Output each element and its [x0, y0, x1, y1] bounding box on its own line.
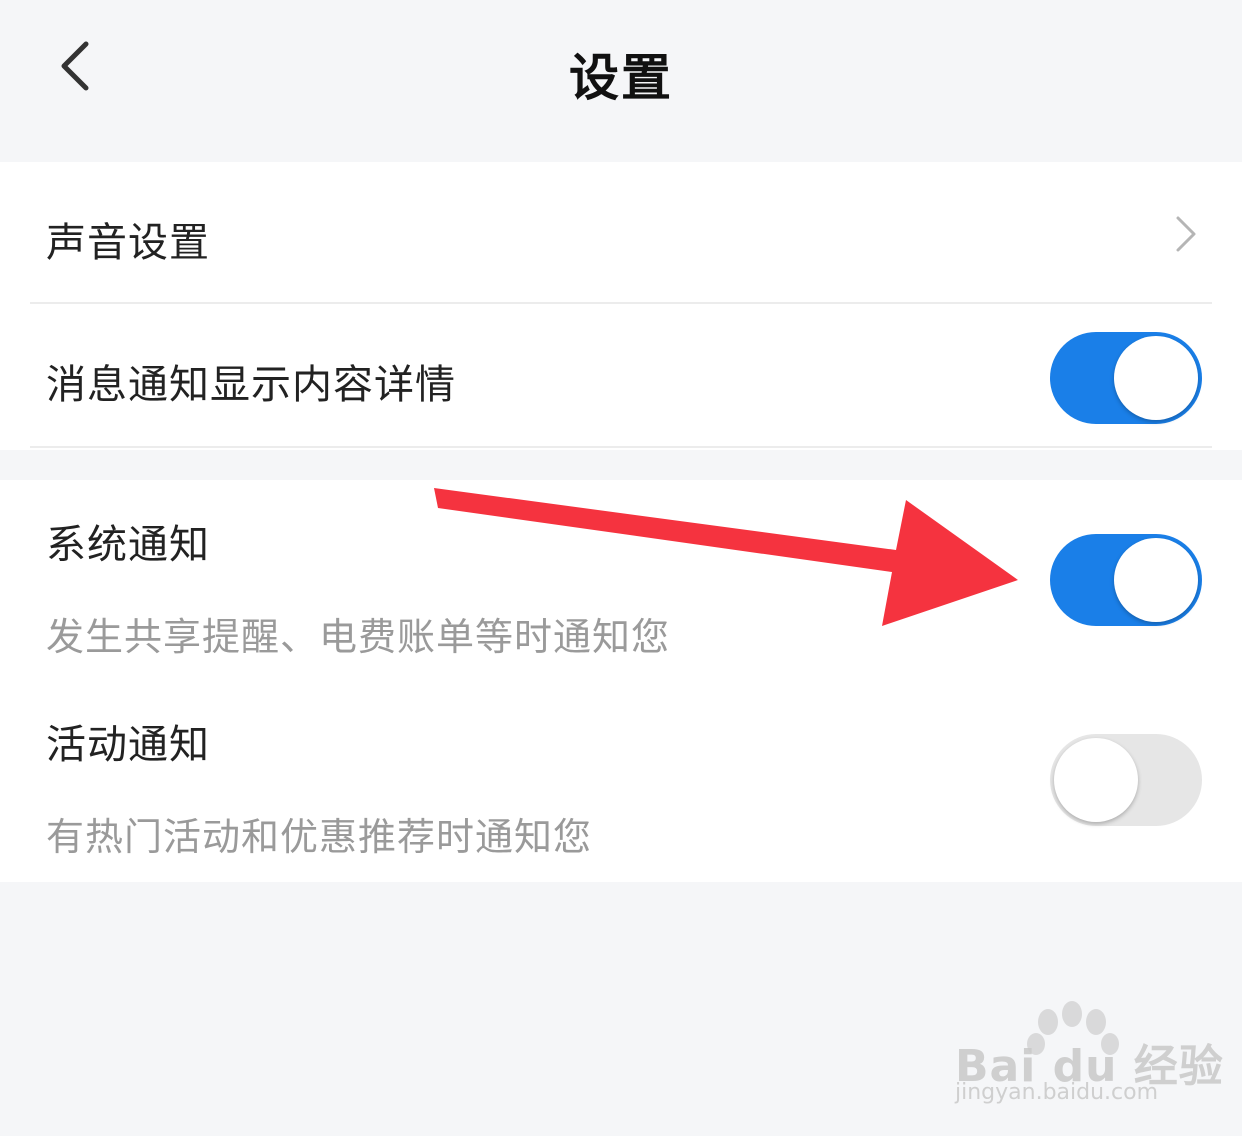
activity-notice-toggle[interactable] [1050, 734, 1202, 826]
toggle-knob [1054, 738, 1138, 822]
sound-settings-label: 声音设置 [46, 220, 210, 266]
divider [30, 446, 1212, 448]
watermark-url: jingyan.baidu.com [955, 1080, 1159, 1105]
activity-notice-description: 有热门活动和优惠推荐时通知您 [46, 815, 593, 859]
activity-notice-label: 活动通知 [46, 722, 210, 768]
toggle-knob [1114, 336, 1198, 420]
chevron-right-icon [1176, 216, 1196, 252]
system-notice-label: 系统通知 [46, 522, 210, 568]
system-notice-toggle[interactable] [1050, 534, 1202, 626]
nav-bar: 设置 [0, 0, 1242, 140]
page-title: 设置 [569, 49, 673, 107]
message-detail-row: 消息通知显示内容详情 [0, 304, 1242, 448]
activity-notice-row: 活动通知 有热门活动和优惠推荐时通知您 [0, 680, 1242, 882]
settings-group-general: 声音设置 消息通知显示内容详情 [0, 162, 1242, 450]
sound-settings-row[interactable]: 声音设置 [0, 162, 1242, 304]
red-arrow-icon [434, 488, 1018, 626]
toggle-knob [1114, 538, 1198, 622]
message-detail-label: 消息通知显示内容详情 [46, 362, 456, 408]
message-detail-toggle[interactable] [1050, 332, 1202, 424]
